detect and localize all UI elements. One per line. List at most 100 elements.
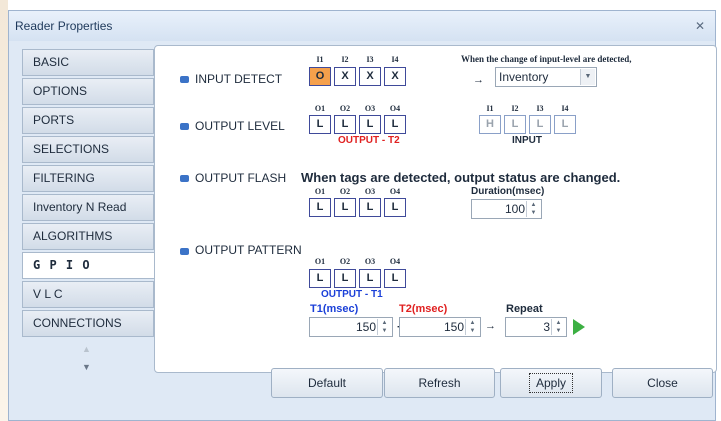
- output-level-label: OUTPUT LEVEL: [195, 119, 285, 133]
- spinner-arrows-icon[interactable]: ▲ ▼: [551, 319, 565, 335]
- scroll-up-icon[interactable]: ▲: [82, 344, 91, 354]
- output-flash-cell[interactable]: L: [359, 198, 381, 217]
- sidebar-item-filtering[interactable]: FILTERING: [22, 165, 154, 192]
- t1-label: T1(msec): [310, 303, 359, 315]
- output-level-cell[interactable]: L: [359, 115, 381, 134]
- output-level-cell[interactable]: L: [384, 115, 406, 134]
- arrow-icon: →: [485, 320, 496, 332]
- default-button-label: Default: [307, 376, 347, 390]
- repeat-value: 3: [543, 320, 550, 334]
- apply-button-label: Apply: [528, 373, 574, 393]
- background-strip: [0, 0, 8, 421]
- pattern-header-1: O1: [314, 257, 326, 266]
- input-level-cell: L: [554, 115, 576, 134]
- sidebar-item-ports[interactable]: PORTS: [22, 107, 154, 134]
- refresh-button-label: Refresh: [418, 376, 461, 390]
- input-detect-cell[interactable]: X: [359, 67, 381, 86]
- bullet-icon: [180, 76, 189, 83]
- t1-spinner[interactable]: 150 ▲ ▼: [309, 317, 393, 337]
- pattern-header-4: O4: [389, 257, 401, 266]
- spin-up-icon[interactable]: ▲: [531, 202, 537, 208]
- output-flash-cell[interactable]: L: [384, 198, 406, 217]
- t2-spinner[interactable]: 150 ▲ ▼: [399, 317, 481, 337]
- gpio-panel: INPUT DETECT I1 I2 I3 I4 O X X X When th…: [154, 45, 717, 373]
- spinner-arrows-icon[interactable]: ▲ ▼: [465, 319, 479, 335]
- sidebar-item-connections[interactable]: CONNECTIONS: [22, 310, 154, 337]
- input-level-cell: L: [529, 115, 551, 134]
- output-pattern-cell[interactable]: L: [384, 269, 406, 288]
- output-t1-caption: OUTPUT - T1: [321, 289, 383, 300]
- output-pattern-label: OUTPUT PATTERN: [195, 243, 302, 257]
- bullet-icon: [180, 248, 189, 255]
- input-header-4: I4: [391, 55, 399, 64]
- spinner-arrows-icon[interactable]: ▲ ▼: [526, 201, 540, 217]
- duration-label: Duration(msec): [471, 186, 545, 197]
- sidebar-item-inventory-n-read[interactable]: Inventory N Read: [22, 194, 154, 221]
- input-detect-label: INPUT DETECT: [195, 72, 283, 86]
- spinner-arrows-icon[interactable]: ▲ ▼: [377, 319, 391, 335]
- sidebar-item-options[interactable]: OPTIONS: [22, 78, 154, 105]
- spin-down-icon[interactable]: ▼: [382, 328, 388, 334]
- output-pattern-cell[interactable]: L: [309, 269, 331, 288]
- bullet-icon: [180, 123, 189, 130]
- scroll-down-icon[interactable]: ▼: [82, 362, 91, 372]
- input-action-select[interactable]: Inventory ▼: [495, 67, 597, 87]
- close-button[interactable]: Close: [612, 368, 713, 398]
- input-level-cell: H: [479, 115, 501, 134]
- sidebar-item-vlc[interactable]: V L C: [22, 281, 154, 308]
- output-flash-label: OUTPUT FLASH: [195, 171, 287, 185]
- duration-spinner[interactable]: 100 ▲ ▼: [471, 199, 542, 219]
- t1-value: 150: [355, 320, 376, 334]
- sidebar-item-selections[interactable]: SELECTIONS: [22, 136, 154, 163]
- output-header-4: O4: [389, 104, 401, 113]
- output-header-1: O1: [314, 104, 326, 113]
- chevron-down-icon[interactable]: ▼: [580, 69, 595, 85]
- output-pattern-cell[interactable]: L: [334, 269, 356, 288]
- input-level-header-4: I4: [561, 104, 569, 113]
- input-caption: INPUT: [512, 135, 542, 146]
- default-button[interactable]: Default: [271, 368, 383, 398]
- bullet-icon: [180, 175, 189, 182]
- input-action-value: Inventory: [499, 70, 549, 84]
- play-icon[interactable]: [573, 319, 585, 335]
- output-level-cell[interactable]: L: [334, 115, 356, 134]
- output-level-cell[interactable]: L: [309, 115, 331, 134]
- sidebar-item-basic[interactable]: BASIC: [22, 49, 154, 76]
- input-level-cell: L: [504, 115, 526, 134]
- reader-properties-dialog: Reader Properties ✕ BASIC OPTIONS PORTS …: [8, 10, 717, 421]
- flash-header-2: O2: [339, 187, 351, 196]
- close-icon[interactable]: ✕: [693, 19, 707, 33]
- duration-value: 100: [504, 202, 525, 216]
- spin-up-icon[interactable]: ▲: [382, 320, 388, 326]
- repeat-spinner[interactable]: 3 ▲ ▼: [505, 317, 567, 337]
- t2-label: T2(msec): [399, 303, 448, 315]
- input-detect-cell[interactable]: X: [384, 67, 406, 86]
- output-flash-cell[interactable]: L: [309, 198, 331, 217]
- apply-button[interactable]: Apply: [500, 368, 602, 398]
- pattern-header-2: O2: [339, 257, 351, 266]
- spin-down-icon[interactable]: ▼: [556, 328, 562, 334]
- repeat-label: Repeat: [506, 303, 543, 315]
- spin-down-icon[interactable]: ▼: [470, 328, 476, 334]
- window-title: Reader Properties: [15, 19, 113, 33]
- sidebar-item-algorithms[interactable]: ALGORITHMS: [22, 223, 154, 250]
- close-button-label: Close: [647, 376, 678, 390]
- input-level-header-3: I3: [536, 104, 544, 113]
- flash-header-1: O1: [314, 187, 326, 196]
- input-detect-cell[interactable]: O: [309, 67, 331, 86]
- output-flash-cell[interactable]: L: [334, 198, 356, 217]
- input-header-3: I3: [366, 55, 374, 64]
- output-t2-caption: OUTPUT - T2: [338, 135, 400, 146]
- sidebar: BASIC OPTIONS PORTS SELECTIONS FILTERING…: [22, 49, 156, 372]
- input-header-2: I2: [341, 55, 349, 64]
- spin-down-icon[interactable]: ▼: [531, 210, 537, 216]
- input-detect-cell[interactable]: X: [334, 67, 356, 86]
- refresh-button[interactable]: Refresh: [384, 368, 495, 398]
- input-detect-note: When the change of input-level are detec…: [461, 54, 632, 64]
- spin-up-icon[interactable]: ▲: [470, 320, 476, 326]
- output-pattern-cell[interactable]: L: [359, 269, 381, 288]
- sidebar-item-gpio[interactable]: G P I O: [22, 252, 156, 279]
- output-header-2: O2: [339, 104, 351, 113]
- t2-value: 150: [443, 320, 464, 334]
- spin-up-icon[interactable]: ▲: [556, 320, 562, 326]
